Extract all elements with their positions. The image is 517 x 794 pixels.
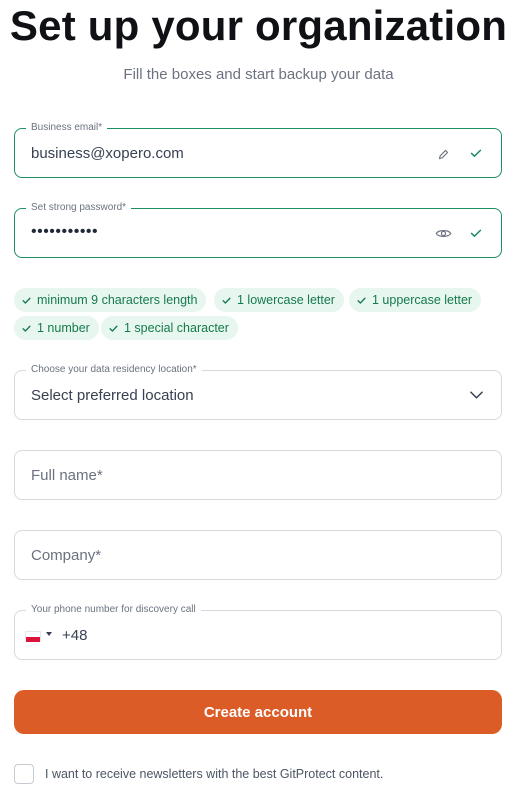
- company-field[interactable]: Company*: [14, 530, 502, 580]
- password-label: Set strong password*: [26, 202, 132, 214]
- full-name-field[interactable]: Full name*: [14, 450, 502, 500]
- data-residency-select[interactable]: Choose your data residency location* Sel…: [14, 364, 502, 420]
- business-email-field[interactable]: Business email* business@xopero.com: [14, 122, 502, 178]
- check-icon: [22, 297, 31, 304]
- pencil-icon[interactable]: [435, 146, 451, 162]
- password-value[interactable]: •••••••••••: [31, 223, 98, 241]
- check-icon: [22, 325, 31, 332]
- requirement-label: 1 lowercase letter: [237, 293, 335, 307]
- check-icon: [467, 224, 485, 242]
- requirement-label: minimum 9 characters length: [37, 293, 198, 307]
- data-residency-selected: Select preferred location: [31, 387, 194, 404]
- check-icon: [467, 144, 485, 162]
- phone-field[interactable]: Your phone number for discovery call +48: [14, 604, 502, 660]
- page-subtitle: Fill the boxes and start backup your dat…: [123, 66, 394, 83]
- business-email-value[interactable]: business@xopero.com: [31, 145, 184, 163]
- caret-down-icon[interactable]: [46, 632, 52, 636]
- requirement-chip: 1 number: [14, 316, 99, 340]
- newsletter-option[interactable]: I want to receive newsletters with the b…: [14, 764, 383, 784]
- create-account-button[interactable]: Create account: [14, 690, 502, 734]
- chevron-down-icon[interactable]: [467, 386, 485, 404]
- page-title: Set up your organization: [9, 2, 508, 49]
- requirement-chip: 1 lowercase letter: [214, 288, 344, 312]
- full-name-placeholder: Full name*: [31, 467, 103, 484]
- check-icon: [222, 297, 231, 304]
- poland-flag-icon[interactable]: [25, 631, 41, 642]
- requirement-chip: 1 special character: [101, 316, 238, 340]
- requirement-label: 1 uppercase letter: [372, 293, 473, 307]
- newsletter-checkbox[interactable]: [14, 764, 34, 784]
- requirement-chip: minimum 9 characters length: [14, 288, 207, 312]
- requirement-label: 1 number: [37, 321, 90, 335]
- business-email-label: Business email*: [26, 122, 108, 134]
- requirement-chip: 1 uppercase letter: [349, 288, 482, 312]
- company-placeholder: Company*: [31, 547, 102, 564]
- data-residency-label: Choose your data residency location*: [26, 364, 202, 376]
- check-icon: [109, 325, 118, 332]
- check-icon: [357, 297, 366, 304]
- phone-label: Your phone number for discovery call: [26, 604, 201, 616]
- password-field[interactable]: Set strong password* •••••••••••: [14, 202, 502, 258]
- newsletter-label: I want to receive newsletters with the b…: [45, 767, 384, 781]
- requirement-label: 1 special character: [124, 321, 229, 335]
- eye-icon[interactable]: [433, 224, 453, 242]
- phone-country-code[interactable]: +48: [62, 627, 87, 644]
